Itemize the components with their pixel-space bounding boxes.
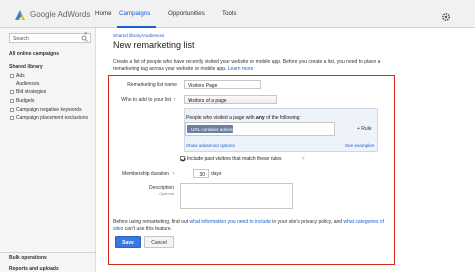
sidebar-bulk-operations[interactable]: Bulk operations — [9, 255, 47, 261]
intro-text: Create a list of people who have recentl… — [113, 59, 398, 72]
breadcrumb[interactable]: Shared library/Audiences — [113, 33, 164, 38]
include-past-label: Include past visitors that match these r… — [187, 156, 282, 162]
adwords-logo[interactable]: Google AdWords — [14, 9, 90, 21]
cancel-label: Cancel — [151, 240, 167, 246]
collapse-sidebar-icon[interactable]: « — [84, 31, 87, 37]
chevron-down-icon: ▼ — [188, 98, 192, 103]
sidebar-item-label: Audiences — [16, 81, 40, 87]
search-input[interactable]: Search — [9, 33, 91, 43]
sidebar-item-label: Bid strategies — [16, 89, 47, 95]
help-icon[interactable]: ? — [302, 156, 305, 161]
advanced-options-link[interactable]: Show advanced options — [186, 143, 235, 148]
footnote-middle: in your site's privacy policy, and — [272, 219, 343, 225]
save-button[interactable]: Save — [115, 236, 141, 248]
list-name-label: Remarketing list name — [127, 82, 177, 88]
list-name-value: Visitors Page — [188, 82, 218, 89]
membership-duration-label: Membership duration — [122, 171, 169, 177]
tab-campaigns[interactable]: Campaigns — [119, 10, 150, 17]
save-label: Save — [122, 240, 134, 246]
rule-suffix: of the following: — [266, 115, 301, 121]
description-optional: Optional — [159, 191, 174, 196]
expand-icon — [10, 107, 14, 112]
sidebar-item-bid-strategies[interactable]: Bid strategies — [10, 89, 46, 95]
rule-chip-label: URL contains adwords — [191, 126, 238, 132]
tab-opportunities[interactable]: Opportunities — [168, 10, 205, 17]
expand-icon — [10, 98, 14, 103]
active-tab-indicator — [117, 26, 156, 28]
description-textarea[interactable] — [180, 183, 293, 209]
include-past-checkbox[interactable] — [180, 156, 185, 161]
expand-icon — [10, 115, 14, 120]
sidebar-item-label: Ads — [16, 73, 25, 79]
sidebar-item-label: Campaign negative keywords — [16, 107, 82, 113]
sidebar-item-label: Budgets — [16, 98, 35, 104]
sidebar-item-audiences[interactable]: Audiences — [16, 81, 39, 87]
rule-chip[interactable]: URL contains adwords — [187, 125, 237, 133]
days-unit: days — [211, 171, 222, 177]
sidebar-item-budgets[interactable]: Budgets — [10, 98, 34, 104]
expand-icon — [10, 73, 14, 78]
cancel-button[interactable]: Cancel — [144, 236, 174, 248]
privacy-info-link[interactable]: what information you need to include — [189, 219, 270, 225]
help-icon[interactable]: ? — [173, 97, 176, 102]
sidebar-item-campaign-negative-keywords[interactable]: Campaign negative keywords — [10, 107, 82, 113]
sidebar-all-campaigns[interactable]: All online campaigns — [9, 51, 59, 57]
list-name-input[interactable]: Visitors Page — [184, 80, 261, 89]
see-examples-link[interactable]: See examples — [345, 143, 374, 148]
expand-icon — [10, 89, 14, 94]
add-rule-button[interactable]: + Rule — [357, 126, 372, 132]
who-to-add-select[interactable]: Visitors of a page ▼ — [184, 95, 277, 104]
page-title: New remarketing list — [113, 40, 195, 50]
tab-tools[interactable]: Tools — [222, 10, 236, 17]
rule-prefix: People who visited a page with — [186, 115, 255, 121]
footnote-suffix: can't use this feature. — [124, 225, 173, 232]
help-icon[interactable]: ? — [172, 171, 175, 176]
tab-home[interactable]: Home — [95, 10, 112, 17]
sidebar-item-ads[interactable]: Ads — [10, 73, 25, 79]
privacy-footnote: Before using remarketing, find out what … — [113, 219, 385, 232]
rule-any[interactable]: any — [256, 115, 265, 121]
sidebar-reports-uploads[interactable]: Reports and uploads — [9, 266, 59, 272]
top-bar: Google AdWords — [0, 0, 475, 28]
gear-icon[interactable] — [441, 12, 451, 22]
who-to-add-label: Who to add to your list — [121, 97, 171, 103]
sidebar-divider — [0, 252, 96, 253]
sidebar-item-campaign-placement-exclusions[interactable]: Campaign placement exclusions — [10, 115, 88, 121]
footnote-prefix: Before using remarketing, find out — [113, 219, 189, 225]
rule-description: People who visited a page with any of th… — [186, 115, 301, 121]
logo-text: Google AdWords — [30, 10, 91, 19]
membership-duration-input[interactable]: 30 — [193, 169, 209, 178]
sidebar-shared-library[interactable]: Shared library — [9, 64, 43, 70]
learn-more-link[interactable]: Learn more — [228, 66, 254, 72]
sidebar-item-label: Campaign placement exclusions — [16, 115, 88, 121]
membership-duration-value: 30 — [199, 171, 205, 178]
search-placeholder: Search — [13, 36, 29, 42]
adwords-logo-icon — [15, 10, 25, 20]
